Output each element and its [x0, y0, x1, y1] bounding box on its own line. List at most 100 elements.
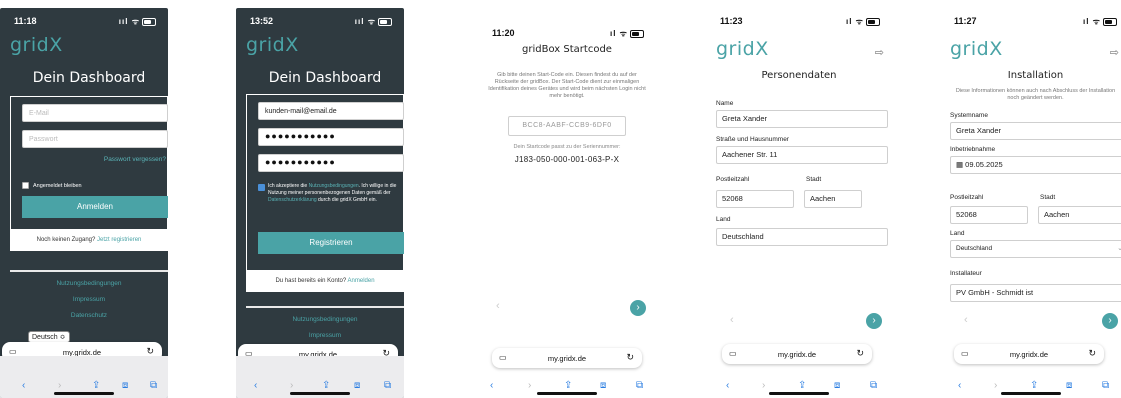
screen-startcode: 11:20 ıl ᯤ gridBox Startcode Gib bitte d…	[478, 8, 656, 398]
share-icon[interactable]: ⇪	[1030, 380, 1038, 391]
terms-footer-link[interactable]: Nutzungsbedingungen	[246, 316, 404, 323]
country-input[interactable]: Deutschland	[716, 228, 888, 246]
back-arrow-icon[interactable]: ‹	[496, 300, 500, 312]
signal-wifi-battery-icon: ıl ᯤ	[1083, 16, 1117, 27]
bookmarks-icon[interactable]: ⧈	[354, 380, 360, 391]
password-confirm-input[interactable]: ●●●●●●●●●●●	[258, 154, 404, 172]
imprint-link[interactable]: Impressum	[10, 296, 168, 303]
home-indicator	[54, 392, 114, 395]
login-link[interactable]: Anmelden	[348, 278, 375, 284]
email-input[interactable]: kunden-mail@email.de	[258, 102, 404, 120]
screen-login: 11:18 ııl ᯤ gridX Dein Dashboard E-Mail …	[0, 8, 168, 398]
tab-overview-icon[interactable]: ⧉	[1102, 380, 1109, 391]
logout-icon[interactable]: ⇨	[1110, 46, 1119, 59]
tab-overview-icon[interactable]: ⧉	[150, 380, 157, 391]
status-bar: 11:20 ıl ᯤ	[478, 16, 656, 38]
signal-wifi-battery-icon: ııl ᯤ	[355, 16, 392, 27]
street-input[interactable]: Aachener Str. 11	[716, 146, 888, 164]
consent-post: durch die gridX GmbH ein.	[316, 197, 377, 203]
system-name-input[interactable]: Greta Xander	[950, 122, 1121, 140]
commissioning-date-input[interactable]: ▦ 09.05.2025	[950, 156, 1121, 174]
no-access-text: Noch keinen Zugang?	[36, 237, 96, 243]
country-label: Land	[716, 216, 731, 223]
status-bar: 13:52 ııl ᯤ	[236, 16, 404, 30]
share-icon[interactable]: ⇪	[798, 380, 806, 391]
back-icon[interactable]: ‹	[958, 380, 961, 391]
home-indicator	[290, 392, 350, 395]
installer-label: Installateur	[950, 270, 982, 277]
forward-icon[interactable]: ›	[762, 380, 765, 391]
forward-icon[interactable]: ›	[58, 380, 61, 391]
back-icon[interactable]: ‹	[254, 380, 257, 391]
forward-icon[interactable]: ›	[994, 380, 997, 391]
bookmarks-icon[interactable]: ⧈	[122, 380, 128, 391]
screen-installation: 11:27 ıl ᯤ gridX ⇨ Installation Diese In…	[940, 8, 1121, 398]
privacy-link[interactable]: Datenschutz	[10, 312, 168, 319]
tab-overview-icon[interactable]: ⧉	[636, 380, 643, 391]
consent-checkbox[interactable]	[258, 184, 265, 191]
status-time: 11:27	[954, 16, 977, 26]
remember-checkbox[interactable]	[22, 182, 29, 189]
consent-pre: Ich akzeptiere die	[268, 183, 309, 189]
name-input[interactable]: Greta Xander	[716, 110, 888, 128]
password-input[interactable]: Passwort	[22, 130, 168, 148]
back-icon[interactable]: ‹	[726, 380, 729, 391]
installer-input[interactable]: PV GmbH - Schmidt ist	[950, 284, 1121, 302]
terms-link[interactable]: Nutzungsbedingungen	[309, 183, 359, 189]
bookmarks-icon[interactable]: ⧈	[1066, 380, 1072, 391]
back-arrow-icon[interactable]: ‹	[964, 314, 968, 326]
share-icon[interactable]: ⇪	[564, 380, 572, 391]
divider	[10, 270, 168, 272]
login-strip: Du hast bereits ein Konto? Anmelden	[246, 270, 404, 292]
zip-input[interactable]: 52068	[716, 190, 794, 208]
password-input[interactable]: ●●●●●●●●●●●	[258, 128, 404, 146]
tab-overview-icon[interactable]: ⧉	[384, 380, 391, 391]
login-button[interactable]: Anmelden	[22, 196, 168, 218]
email-input[interactable]: E-Mail	[22, 104, 168, 122]
status-bar: 11:18 ııl ᯤ	[0, 16, 168, 30]
register-button[interactable]: Registrieren	[258, 232, 404, 254]
divider	[246, 306, 404, 308]
tab-overview-icon[interactable]: ⧉	[870, 380, 877, 391]
forgot-password-link[interactable]: Passwort vergessen?	[104, 156, 166, 163]
forward-icon[interactable]: ›	[290, 380, 293, 391]
privacy-link[interactable]: Datenschutzerklärung	[268, 197, 317, 203]
chevron-down-icon: ⌄	[1117, 245, 1121, 252]
has-account-text: Du hast bereits ein Konto?	[275, 278, 347, 284]
terms-link[interactable]: Nutzungsbedingungen	[10, 280, 168, 287]
imprint-link[interactable]: Impressum	[246, 332, 404, 339]
logout-icon[interactable]: ⇨	[875, 46, 884, 59]
gridx-logo: gridX	[716, 38, 769, 60]
back-icon[interactable]: ‹	[22, 380, 25, 391]
remember-label: Angemeldet bleiben	[33, 183, 82, 189]
status-time: 13:52	[250, 16, 274, 26]
next-arrow-icon[interactable]: ›	[630, 300, 646, 316]
share-icon[interactable]: ⇪	[322, 380, 330, 391]
status-bar: 11:27 ıl ᯤ	[940, 16, 1121, 30]
share-icon[interactable]: ⇪	[92, 380, 100, 391]
register-link[interactable]: Jetzt registrieren	[97, 237, 141, 243]
country-select[interactable]: Deutschland ⌄	[950, 240, 1121, 258]
name-label: Name	[716, 100, 734, 107]
startcode-description: Gib bitte deinen Start-Code ein. Diesen …	[488, 72, 646, 99]
bookmarks-icon[interactable]: ⧈	[600, 380, 606, 391]
city-input[interactable]: Aachen	[804, 190, 862, 208]
forward-icon[interactable]: ›	[528, 380, 531, 391]
signal-wifi-battery-icon: ıl ᯤ	[610, 28, 644, 39]
gridx-logo: gridX	[10, 34, 63, 56]
startcode-input[interactable]: BCC8-AABF-CCB9-6DF0	[508, 116, 626, 136]
installation-description: Diese Informationen können auch nach Abs…	[955, 88, 1116, 101]
next-arrow-icon[interactable]: ›	[866, 313, 882, 329]
serial-number: J183-050-000-001-063-P-X	[514, 155, 620, 164]
bookmarks-icon[interactable]: ⧈	[834, 380, 840, 391]
city-input[interactable]: Aachen	[1038, 206, 1121, 224]
back-icon[interactable]: ‹	[490, 380, 493, 391]
page-title: Dein Dashboard	[32, 70, 146, 86]
street-label: Straße und Hausnummer	[716, 136, 789, 143]
status-bar: 11:23 ıl ᯤ	[706, 16, 892, 30]
status-time: 11:20	[492, 28, 515, 38]
zip-input[interactable]: 52068	[950, 206, 1028, 224]
gridx-logo: gridX	[246, 34, 299, 56]
back-arrow-icon[interactable]: ‹	[730, 314, 734, 326]
next-arrow-icon[interactable]: ›	[1102, 313, 1118, 329]
